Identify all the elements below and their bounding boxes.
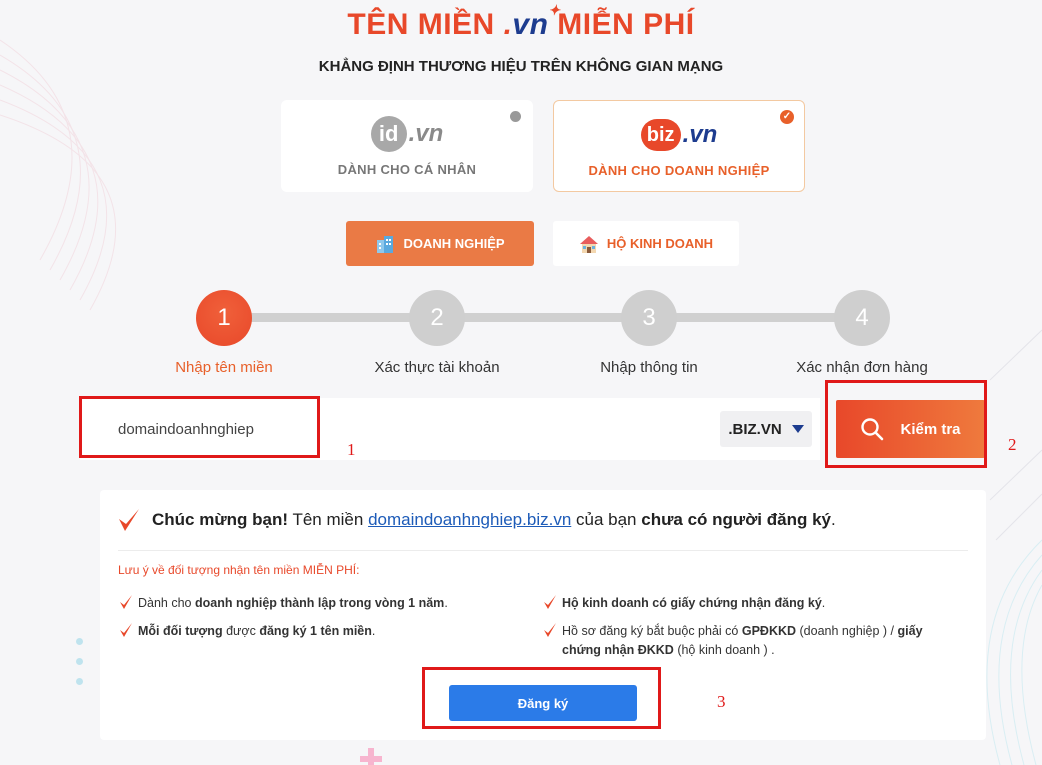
product-card-individual[interactable]: id .vn DÀNH CHO CÁ NHÂN [281, 100, 533, 192]
sparkle-icon: ✦ [548, 2, 561, 18]
step-1-circle: 1 [196, 290, 252, 346]
tld-selected-value: .BIZ.VN [728, 420, 782, 438]
product-card-label: DÀNH CHO DOANH NGHIỆP [588, 163, 770, 178]
title-prefix: TÊN MIỀN [347, 8, 495, 41]
vn-logo-text: .vn [682, 121, 718, 148]
list-item: Hồ sơ đăng ký bắt buộc phải có GPĐKKD (d… [544, 622, 962, 660]
bullet-bold: doanh nghiệp thành lập trong vòng 1 năm [195, 596, 445, 610]
annotation-number-2: 2 [1008, 435, 1017, 454]
step-4-label: Xác nhận đơn hàng [796, 359, 928, 376]
congrats-end: . [831, 510, 836, 529]
step-4-circle: 4 [834, 290, 890, 346]
brand-text: vn [512, 8, 549, 41]
tab-label: HỘ KINH DOANH [606, 236, 714, 251]
id-vn-logo: id .vn [281, 114, 533, 154]
bullet-end: . [444, 596, 448, 610]
building-icon [377, 235, 394, 253]
biz-vn-logo: biz .vn [554, 115, 804, 155]
title-suffix: MIỄN PHÍ [557, 8, 695, 41]
step-3-circle: 3 [621, 290, 677, 346]
tab-ho-kinh-doanh[interactable]: HỘ KINH DOANH [553, 221, 739, 266]
vn-brand: .vn ✦ [504, 2, 560, 41]
bullet-text: Dành cho [138, 596, 192, 610]
bullet-end: (hộ kinh doanh ) . [677, 643, 775, 657]
checkmark-icon [544, 595, 556, 609]
annotation-number-1: 1 [347, 440, 356, 459]
decorative-dots [76, 638, 83, 698]
bullet-bold: Hộ kinh doanh có giấy chứng nhận đăng ký [562, 596, 822, 610]
checkmark-icon [544, 623, 556, 637]
step-2-circle: 2 [409, 290, 465, 346]
page-title: TÊN MIỀN .vn ✦ MIỄN PHÍ [0, 2, 1042, 42]
bullet-bold: đăng ký 1 tên miền [259, 624, 372, 638]
checkmark-icon [119, 509, 139, 531]
bullet-end: . [371, 624, 376, 638]
product-card-label: DÀNH CHO CÁ NHÂN [337, 162, 477, 177]
list-item: Dành cho doanh nghiệp thành lập trong vò… [120, 594, 448, 613]
bullet-bold: Mỗi đối tượng [138, 624, 223, 638]
checkmark-icon [120, 595, 132, 609]
annotation-box-2 [825, 380, 987, 468]
congrats-text: Tên miền [292, 510, 364, 529]
list-item: Hộ kinh doanh có giấy chứng nhận đăng ký… [544, 594, 826, 613]
divider [118, 550, 968, 551]
radio-unselected-icon [510, 111, 521, 122]
bullet-text: (doanh nghiệp ) / [799, 624, 895, 638]
note-title-free: MIỄN PHÍ: [302, 563, 360, 577]
congrats-text: của bạn [576, 510, 637, 529]
id-logo-mark: id [370, 116, 407, 152]
congrats-message: Chúc mừng bạn! Tên miền domaindoanhnghie… [152, 510, 836, 530]
plus-decoration-icon [360, 748, 382, 765]
house-icon [579, 235, 598, 253]
bullet-bold: GPĐKKD [741, 624, 797, 638]
tab-label: DOANH NGHIỆP [403, 236, 505, 251]
caret-down-icon [791, 425, 804, 433]
tab-doanh-nghiep[interactable]: DOANH NGHIỆP [346, 221, 534, 266]
step-1-label: Nhập tên miền [175, 359, 273, 376]
annotation-box-3 [422, 667, 661, 729]
tld-dropdown[interactable]: .BIZ.VN [720, 411, 812, 447]
vn-logo-text: .vn [408, 120, 444, 147]
note-title-text: Lưu ý về đối tượng nhận tên miền [118, 563, 300, 577]
domain-link[interactable]: domaindoanhnghiep.biz.vn [368, 510, 571, 529]
annotation-number-3: 3 [717, 692, 726, 711]
checkmark-icon [120, 623, 132, 637]
annotation-box-1 [79, 396, 320, 458]
step-2-label: Xác thực tài khoản [374, 359, 500, 376]
availability-status: chưa có người đăng ký [641, 510, 831, 529]
stepper-track [225, 313, 865, 322]
bullet-text: Hồ sơ đăng ký bắt buộc phải có [562, 624, 739, 638]
bullet-end: . [821, 596, 826, 610]
checkmark-selected-icon: ✓ [780, 110, 794, 124]
bullet-text: được [226, 624, 256, 638]
note-title: Lưu ý về đối tượng nhận tên miền MIỄN PH… [118, 563, 359, 577]
page-subtitle: KHẲNG ĐỊNH THƯƠNG HIỆU TRÊN KHÔNG GIAN M… [318, 58, 724, 75]
product-card-business[interactable]: biz .vn DÀNH CHO DOANH NGHIỆP ✓ [553, 100, 805, 192]
congrats-heading: Chúc mừng bạn! [152, 510, 289, 529]
step-3-label: Nhập thông tin [600, 359, 698, 376]
list-item: Mỗi đối tượng được đăng ký 1 tên miền. [120, 622, 376, 641]
biz-logo-mark: biz [640, 119, 681, 151]
